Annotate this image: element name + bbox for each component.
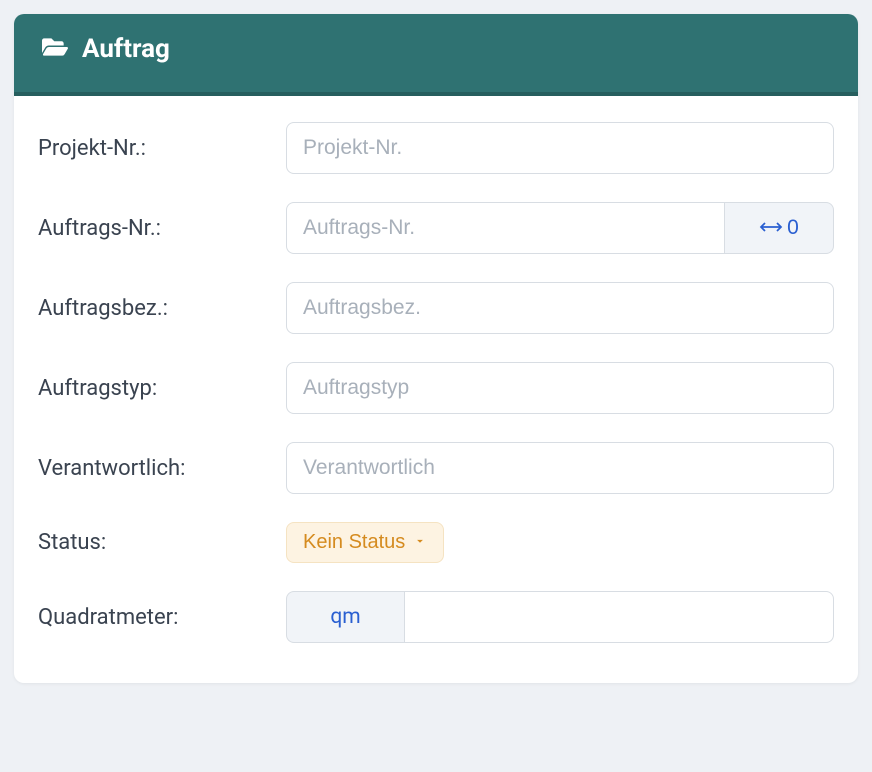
card-header: Auftrag [14, 14, 858, 96]
order-card: Auftrag Projekt-Nr.: Auftrags-Nr.: [14, 14, 858, 683]
input-auftragsbez[interactable] [286, 282, 834, 334]
unit-addon-qm: qm [286, 591, 404, 643]
label-verantwortlich: Verantwortlich: [38, 456, 286, 481]
row-auftrags-nr: Auftrags-Nr.: 0 [38, 202, 834, 254]
row-auftragstyp: Auftragstyp: [38, 362, 834, 414]
label-auftragstyp: Auftragstyp: [38, 376, 286, 401]
card-body: Projekt-Nr.: Auftrags-Nr.: [14, 96, 858, 683]
folder-open-icon [42, 35, 68, 63]
input-projekt-nr[interactable] [286, 122, 834, 174]
label-projekt-nr: Projekt-Nr.: [38, 136, 286, 161]
chevron-down-icon [413, 531, 427, 554]
input-quadratmeter[interactable] [404, 591, 834, 643]
input-auftrags-nr[interactable] [286, 202, 724, 254]
input-verantwortlich[interactable] [286, 442, 834, 494]
status-dropdown[interactable]: Kein Status [286, 522, 444, 563]
card-title: Auftrag [82, 34, 170, 64]
label-quadratmeter: Quadratmeter: [38, 605, 286, 630]
input-auftragstyp[interactable] [286, 362, 834, 414]
label-status: Status: [38, 530, 286, 555]
row-quadratmeter: Quadratmeter: qm [38, 591, 834, 643]
auto-number-button[interactable]: 0 [724, 202, 834, 254]
row-projekt-nr: Projekt-Nr.: [38, 122, 834, 174]
arrows-horizontal-icon [759, 216, 783, 240]
row-auftragsbez: Auftragsbez.: [38, 282, 834, 334]
status-selected-text: Kein Status [303, 531, 405, 554]
row-status: Status: Kein Status [38, 522, 834, 563]
auto-number-value: 0 [787, 216, 799, 240]
label-auftrags-nr: Auftrags-Nr.: [38, 216, 286, 241]
label-auftragsbez: Auftragsbez.: [38, 296, 286, 321]
row-verantwortlich: Verantwortlich: [38, 442, 834, 494]
